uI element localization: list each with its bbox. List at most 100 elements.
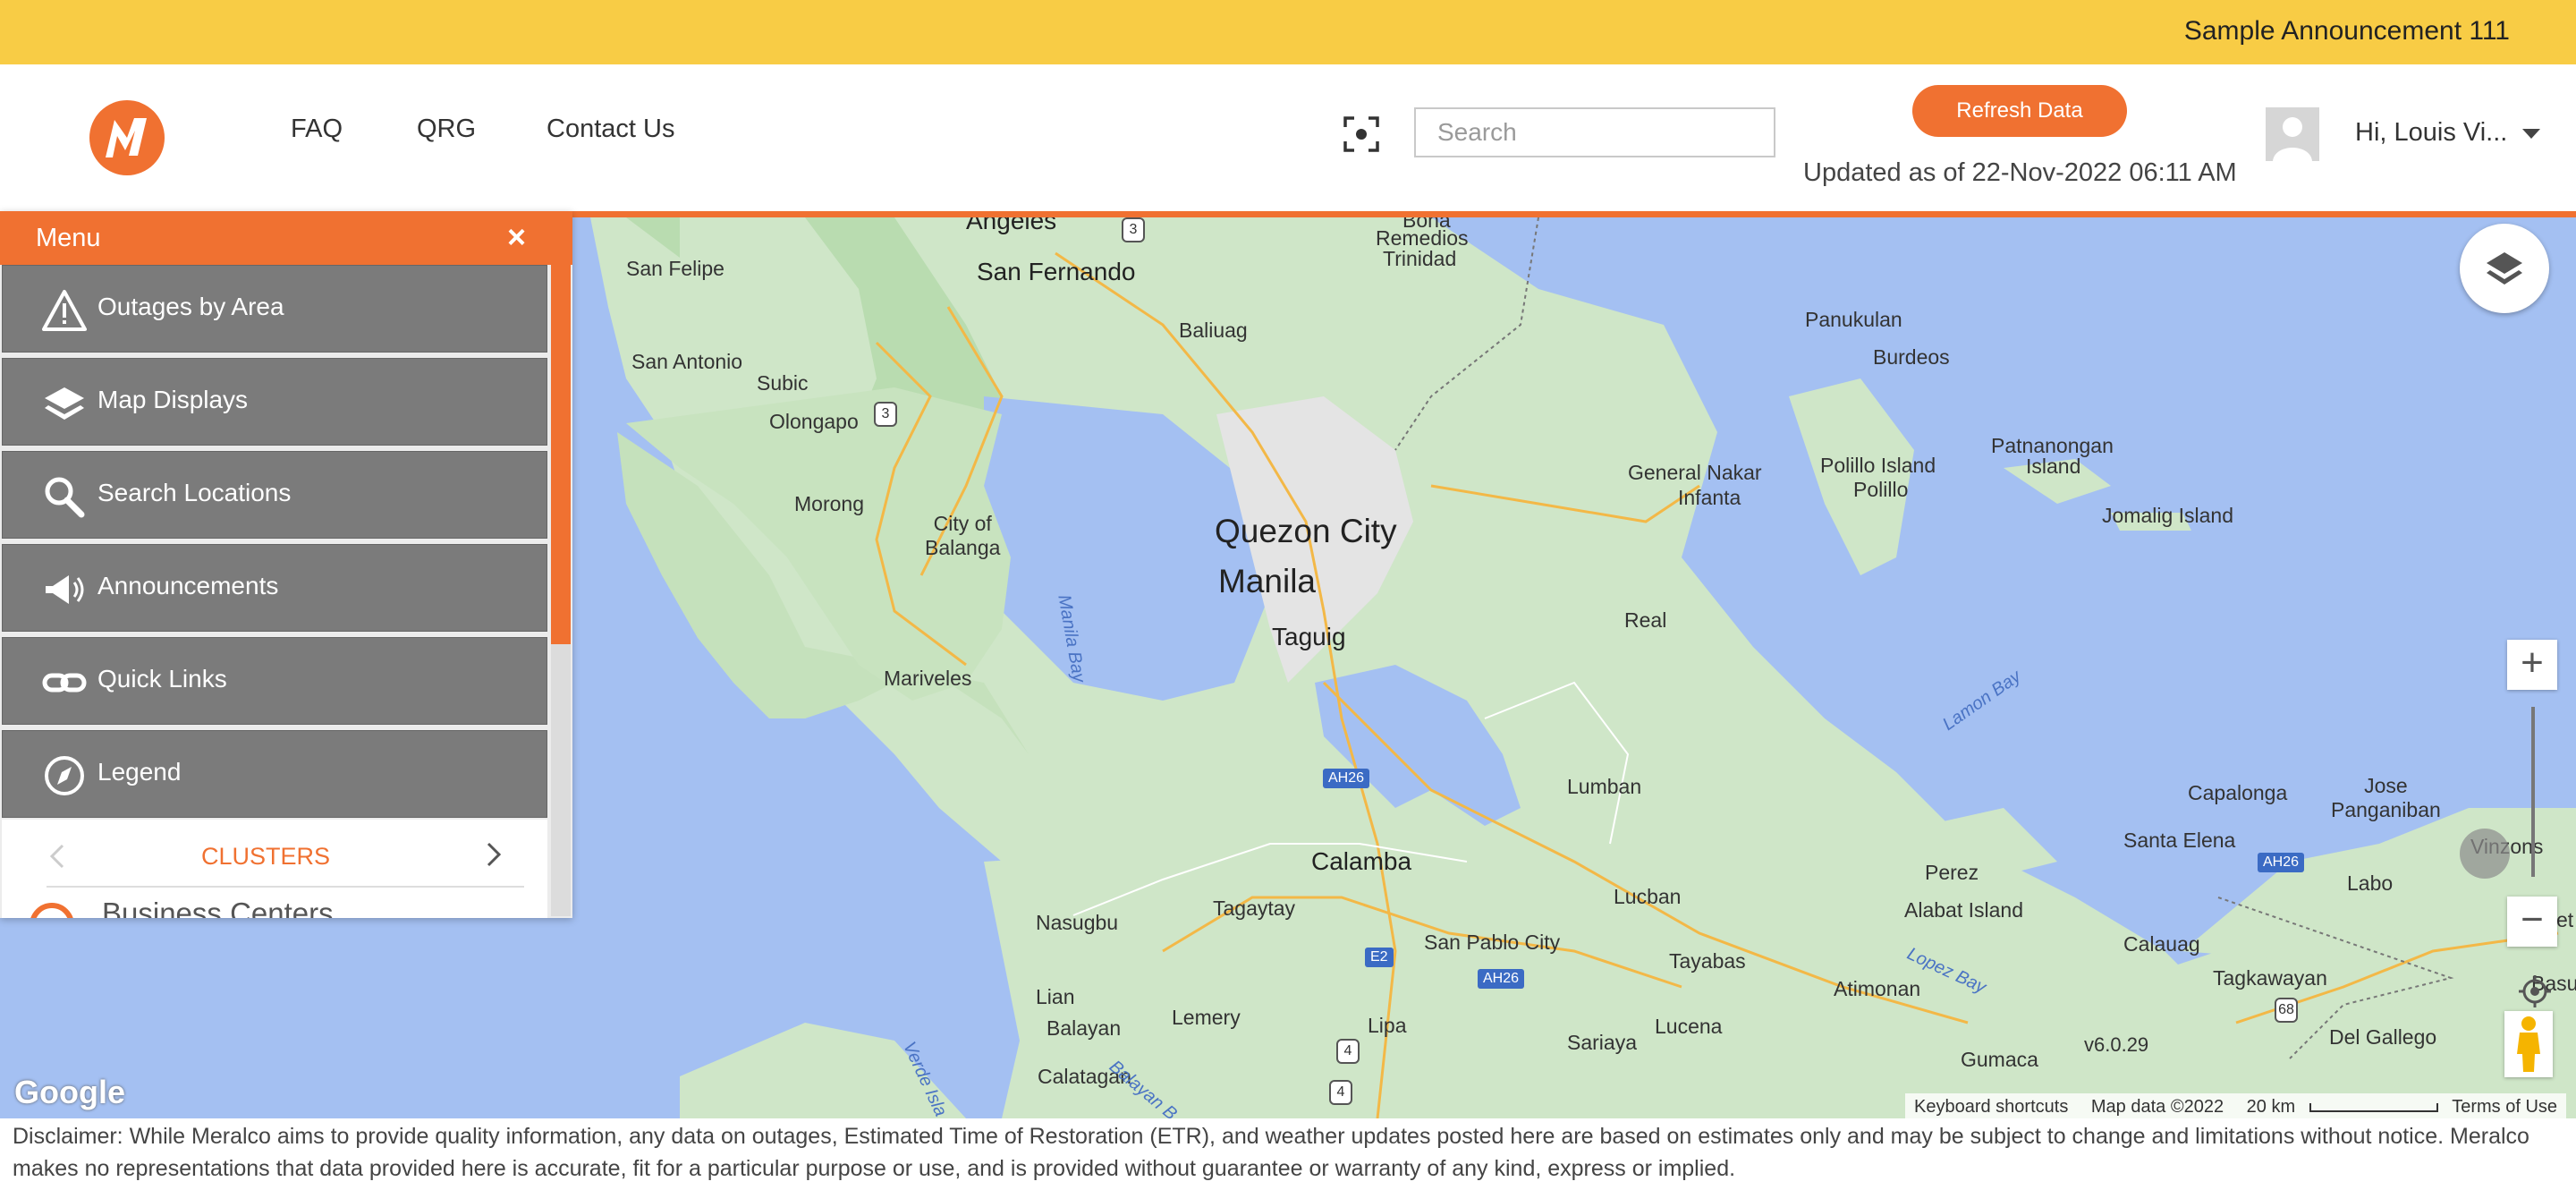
scale-label[interactable]: 20 km (2238, 1093, 2304, 1121)
zoom-slider-track[interactable] (2531, 707, 2535, 877)
menu-item-announcements[interactable]: Announcements (2, 544, 547, 632)
place-san-felipe: San Felipe (626, 257, 724, 280)
nav-qrg[interactable]: QRG (417, 115, 476, 144)
highway-shield: AH26 (1323, 769, 1370, 788)
meralco-logo[interactable] (88, 98, 166, 177)
menu-body: Outages by Area Map Displays Search Loca… (0, 265, 572, 918)
place-island: Island (2026, 455, 2081, 478)
place-gumaca: Gumaca (1961, 1048, 2038, 1071)
place-perez: Perez (1925, 861, 1979, 884)
terms-of-use-link[interactable]: Terms of Use (2443, 1093, 2566, 1121)
warning-icon (42, 290, 87, 331)
my-location-icon[interactable] (2517, 973, 2553, 1009)
zoom-in-button[interactable]: + (2507, 640, 2557, 690)
menu-item-label: Announcements (97, 572, 279, 599)
place-jomalig: Jomalig Island (2102, 504, 2234, 527)
street-view-pegman[interactable] (2504, 1011, 2553, 1077)
chevron-right-icon[interactable] (485, 841, 503, 868)
refresh-data-button[interactable]: Refresh Data (1912, 85, 2127, 137)
chevron-down-icon[interactable] (2522, 129, 2540, 139)
menu-item-map-displays[interactable]: Map Displays (2, 358, 547, 446)
menu-title: Menu (36, 224, 101, 252)
place-san-fernando: San Fernando (977, 258, 1136, 285)
menu-item-quick-links[interactable]: Quick Links (2, 637, 547, 725)
place-lemery: Lemery (1172, 1006, 1241, 1029)
place-taguig: Taguig (1272, 623, 1346, 650)
place-nasugbu: Nasugbu (1036, 911, 1119, 934)
place-lipa: Lipa (1368, 1014, 1407, 1037)
place-alabat: Alabat Island (1904, 898, 2023, 922)
highway-shield: AH26 (1478, 969, 1525, 989)
updated-timestamp: Updated as of 22-Nov-2022 06:11 AM (1803, 158, 2237, 187)
nav-faq[interactable]: FAQ (291, 115, 343, 144)
search-input[interactable] (1414, 107, 1775, 157)
place-lucban: Lucban (1614, 885, 1682, 908)
close-icon[interactable]: × (507, 218, 526, 256)
route-shield: 3 (874, 402, 897, 427)
clusters-label: CLUSTERS (200, 843, 331, 870)
menu-item-label: Outages by Area (97, 293, 284, 320)
place-lumban: Lumban (1567, 775, 1642, 798)
menu-item-outages-by-area[interactable]: Outages by Area (2, 265, 547, 353)
highway-shield: E2 (1365, 948, 1394, 967)
place-capalonga: Capalonga (2188, 781, 2288, 804)
map-layers-button[interactable] (2460, 224, 2549, 313)
place-baliuag: Baliuag (1179, 319, 1248, 342)
place-manila: Manila (1218, 563, 1316, 599)
place-quezon-city: Quezon City (1215, 513, 1397, 549)
place-general-nakar: General Nakar (1628, 461, 1762, 484)
menu-item-label: Legend (97, 758, 182, 786)
version-label: v6.0.29 (2084, 1033, 2149, 1056)
compass-icon (45, 756, 84, 795)
menu-item-legend[interactable]: Legend (2, 730, 547, 818)
place-subic: Subic (757, 371, 809, 395)
place-balayan: Balayan (1046, 1016, 1122, 1040)
avatar[interactable] (2266, 107, 2319, 161)
place-morong: Morong (794, 492, 864, 515)
place-polillo: Polillo (1853, 478, 1909, 501)
google-logo: Google (14, 1074, 125, 1110)
place-lian: Lian (1036, 985, 1075, 1008)
search-icon (45, 477, 85, 518)
place-mariveles: Mariveles (884, 667, 972, 690)
place-tagkawayan: Tagkawayan (2213, 966, 2327, 990)
locate-focus-icon[interactable] (1343, 116, 1379, 152)
place-sariaya: Sariaya (1567, 1031, 1637, 1054)
layers-icon (45, 387, 84, 420)
place-atimonan: Atimonan (1834, 977, 1921, 1000)
layers-icon (2487, 252, 2522, 285)
place-et: et (2556, 908, 2574, 931)
place-lucena: Lucena (1655, 1015, 1723, 1038)
place-san-pablo: San Pablo City (1424, 931, 1561, 954)
menu-scrollbar-thumb[interactable] (551, 265, 571, 644)
zoom-out-button[interactable]: − (2507, 897, 2557, 947)
place-san-antonio: San Antonio (631, 350, 743, 373)
map-attribution: Keyboard shortcuts Map data ©2022 20 km … (1905, 1093, 2567, 1121)
menu-item-label: Quick Links (97, 665, 227, 693)
highway-shield: AH26 (2258, 853, 2305, 872)
menu-item-search-locations[interactable]: Search Locations (2, 451, 547, 539)
route-shield: 4 (1336, 1039, 1360, 1064)
place-trinidad: Trinidad (1383, 247, 1457, 270)
user-silhouette-icon (2266, 107, 2319, 161)
map-data-label: Map data ©2022 (2090, 1097, 2224, 1117)
nav-contact-us[interactable]: Contact Us (547, 115, 674, 144)
link-icon (42, 673, 87, 693)
announcement-bar: Sample Announcement 111 (0, 0, 2576, 64)
place-angeles: Angeles (966, 217, 1057, 234)
place-city-of-balanga: City of Balanga (925, 512, 1001, 559)
place-tagaytay: Tagaytay (1213, 897, 1296, 920)
cluster-business-centers[interactable]: Business Centers (102, 897, 334, 918)
place-infanta: Infanta (1678, 486, 1741, 509)
place-calamba: Calamba (1311, 847, 1412, 875)
zoom-slider-handle[interactable] (2460, 829, 2510, 879)
route-shield: 3 (1122, 217, 1145, 242)
keyboard-shortcuts-link[interactable]: Keyboard shortcuts (1905, 1093, 2077, 1121)
place-calauag: Calauag (2123, 932, 2200, 956)
disclaimer: Disclaimer: While Meralco aims to provid… (13, 1124, 2529, 1181)
place-labo: Labo (2347, 871, 2394, 895)
place-olongapo: Olongapo (769, 410, 859, 433)
user-greeting[interactable]: Hi, Louis Vi... (2355, 118, 2507, 148)
scale-bar (2309, 1102, 2438, 1112)
sidebar-menu: Menu × Outages by Area Map Displays Sear… (0, 211, 572, 918)
